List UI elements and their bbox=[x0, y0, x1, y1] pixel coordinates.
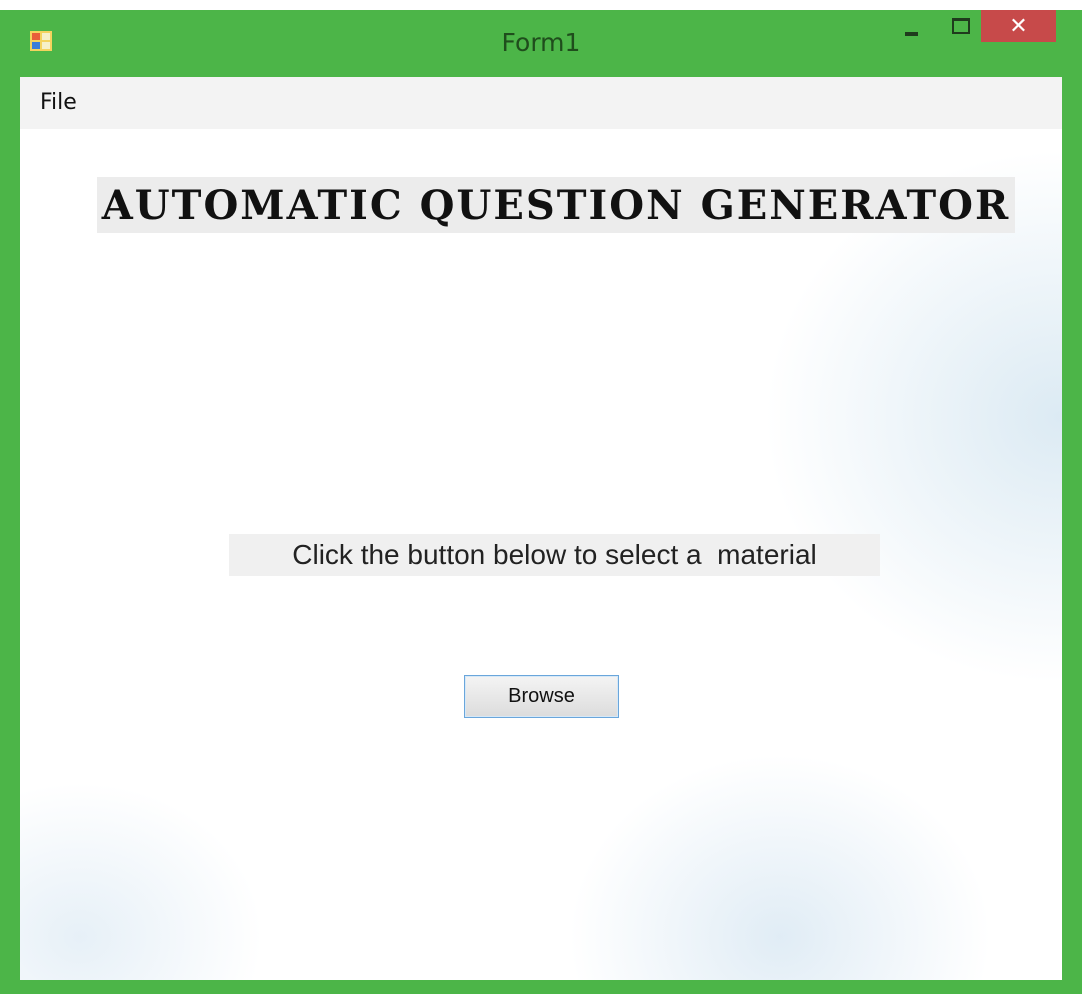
form-client-area: File AUTOMATIC QUESTION GENERATOR Click … bbox=[20, 77, 1062, 980]
app-window: Form1 ✕ File AUTOMATIC QUESTION GENERATO… bbox=[0, 10, 1082, 994]
menu-bar: File bbox=[20, 77, 1062, 129]
heading-label-box: AUTOMATIC QUESTION GENERATOR bbox=[97, 177, 1015, 233]
minimize-icon bbox=[904, 32, 918, 36]
browse-button[interactable]: Browse bbox=[464, 675, 619, 718]
minimize-button[interactable] bbox=[888, 10, 934, 42]
close-icon: ✕ bbox=[1009, 13, 1028, 39]
close-button[interactable]: ✕ bbox=[981, 10, 1056, 42]
maximize-icon bbox=[952, 18, 970, 34]
page-title: AUTOMATIC QUESTION GENERATOR bbox=[101, 181, 1011, 229]
menu-file[interactable]: File bbox=[34, 88, 83, 117]
maximize-button[interactable] bbox=[938, 10, 984, 42]
instruction-label: Click the button below to select a mater… bbox=[292, 539, 817, 570]
instruction-label-box: Click the button below to select a mater… bbox=[229, 534, 880, 576]
title-bar[interactable]: Form1 ✕ bbox=[0, 10, 1082, 78]
